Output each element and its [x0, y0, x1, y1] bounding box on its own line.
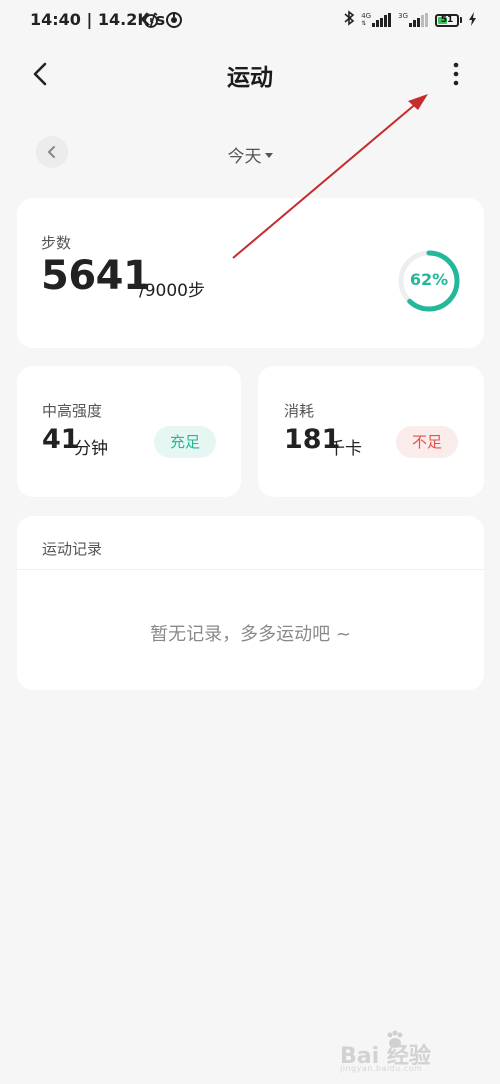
network-label-3g: 3G	[398, 12, 408, 20]
calorie-label: 消耗	[284, 402, 315, 420]
top-app-bar: 运动	[0, 44, 500, 104]
network-label-4g: 4G	[361, 12, 372, 20]
date-navigation: 今天	[0, 136, 500, 170]
signal-4g: 4G ⇅	[361, 13, 392, 27]
bluetooth-icon	[343, 10, 355, 30]
steps-label: 步数	[41, 234, 72, 252]
status-badge: 不足	[396, 426, 458, 458]
page-title: 运动	[227, 65, 273, 91]
steps-percent: 62%	[409, 270, 449, 289]
steps-goal: /9000步	[139, 281, 205, 301]
more-vertical-icon	[453, 62, 459, 86]
intensity-unit: 分钟	[74, 439, 108, 459]
data-saver-icon	[165, 11, 183, 33]
signal-3g: 3G	[398, 13, 429, 27]
steps-card[interactable]: 步数 5641 /9000步 62%	[17, 198, 484, 348]
steps-value: 5641	[41, 253, 151, 299]
calorie-card[interactable]: 消耗 181 千卡 不足	[258, 366, 484, 497]
battery-indicator: 51	[435, 13, 462, 27]
caret-down-icon	[264, 152, 273, 158]
divider	[17, 569, 484, 570]
status-right: 4G ⇅ 3G 51	[343, 10, 478, 30]
watermark-logo: Bai 经验 jingyan.baidu.com	[340, 1030, 460, 1074]
watermark-url: jingyan.baidu.com	[340, 1064, 423, 1073]
battery-level: 51	[440, 14, 454, 25]
date-selector[interactable]: 今天	[0, 142, 500, 167]
records-title: 运动记录	[42, 540, 103, 558]
exercise-records-card: 运动记录 暂无记录，多多运动吧 ~	[17, 516, 484, 690]
more-options-button[interactable]	[432, 56, 480, 92]
signal-bars-icon	[409, 13, 428, 27]
status-badge: 充足	[154, 426, 216, 458]
alarm-icon	[142, 11, 160, 33]
intensity-label: 中高强度	[42, 402, 103, 420]
status-bar: 14:40 | 14.2K/s 4G ⇅ 3G 51	[0, 0, 500, 42]
empty-state-text: 暂无记录，多多运动吧 ~	[150, 624, 351, 645]
selected-date: 今天	[227, 147, 262, 167]
signal-bars-icon	[372, 13, 392, 27]
intensity-card[interactable]: 中高强度 41 分钟 充足	[17, 366, 241, 497]
charging-icon	[468, 11, 478, 30]
calorie-unit: 千卡	[328, 439, 362, 459]
